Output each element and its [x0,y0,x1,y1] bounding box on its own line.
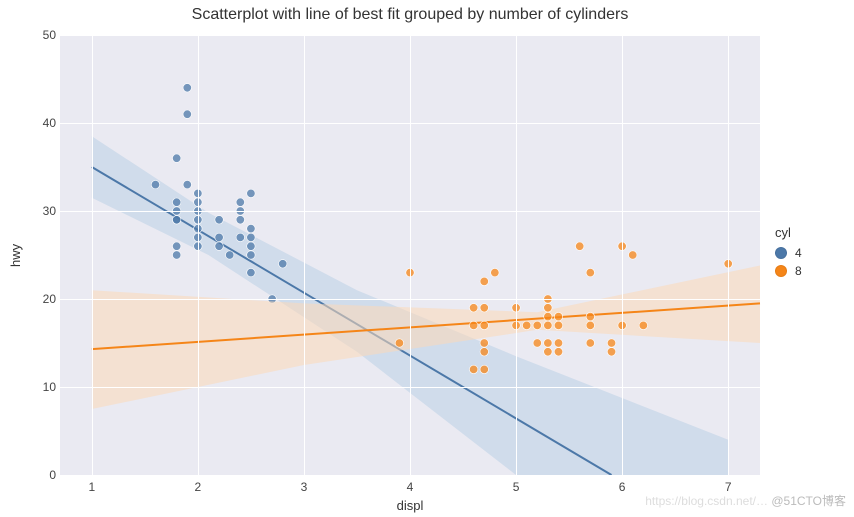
y-tick: 30 [36,204,56,218]
legend-dot-icon [775,265,787,277]
data-point [544,312,552,320]
x-tick: 3 [301,480,308,494]
data-point [554,321,562,329]
data-point [544,304,552,312]
data-point [533,321,541,329]
data-point [172,242,180,250]
chart-title: Scatterplot with line of best fit groupe… [60,6,760,24]
x-tick: 6 [619,480,626,494]
data-point [247,224,255,232]
data-point [279,260,287,268]
data-point [575,242,583,250]
data-point [544,348,552,356]
watermark: https://blog.csdn.net/… @51CTO博客 [645,492,846,509]
x-tick: 2 [195,480,202,494]
data-point [544,321,552,329]
y-tick: 40 [36,116,56,130]
data-point [586,312,594,320]
data-point [586,321,594,329]
data-point [247,251,255,259]
data-point [554,312,562,320]
watermark-text: @51CTO博客 [771,494,846,508]
data-point [215,242,223,250]
data-point [247,242,255,250]
legend: cyl 4 8 [775,225,802,282]
x-tick: 1 [88,480,95,494]
data-point [183,110,191,118]
legend-dot-icon [775,247,787,259]
x-tick: 5 [513,480,520,494]
data-point [172,251,180,259]
data-point [247,189,255,197]
data-point [215,233,223,241]
data-point [586,339,594,347]
data-point [183,180,191,188]
data-point [183,84,191,92]
data-point [395,339,403,347]
y-tick: 10 [36,380,56,394]
plot-area [60,35,760,475]
data-point [236,198,244,206]
data-point [236,216,244,224]
y-axis-label: hwy [8,35,28,475]
data-point [491,268,499,276]
y-tick: 50 [36,28,56,42]
data-point [554,339,562,347]
y-tick: 20 [36,292,56,306]
data-point [586,268,594,276]
data-point [480,365,488,373]
legend-label: 4 [795,246,802,260]
data-point [225,251,233,259]
data-point [522,321,530,329]
data-point [480,277,488,285]
legend-item-4: 4 [775,246,802,260]
data-point [629,251,637,259]
data-point [172,216,180,224]
data-point [172,198,180,206]
data-point [172,154,180,162]
data-point [607,348,615,356]
data-point [554,348,562,356]
data-point [469,304,477,312]
legend-title: cyl [775,225,802,240]
x-tick: 7 [725,480,732,494]
data-point [480,339,488,347]
data-point [480,304,488,312]
data-point [151,180,159,188]
data-point [480,321,488,329]
y-tick: 0 [36,468,56,482]
watermark-url: https://blog.csdn.net/… [645,494,768,508]
legend-item-8: 8 [775,264,802,278]
data-point [469,365,477,373]
data-point [469,321,477,329]
data-point [247,268,255,276]
data-point [247,233,255,241]
x-tick: 4 [407,480,414,494]
data-point [236,233,244,241]
data-point [480,348,488,356]
data-point [607,339,615,347]
data-point [215,216,223,224]
data-point [533,339,541,347]
data-point [639,321,647,329]
legend-label: 8 [795,264,802,278]
data-point [544,339,552,347]
